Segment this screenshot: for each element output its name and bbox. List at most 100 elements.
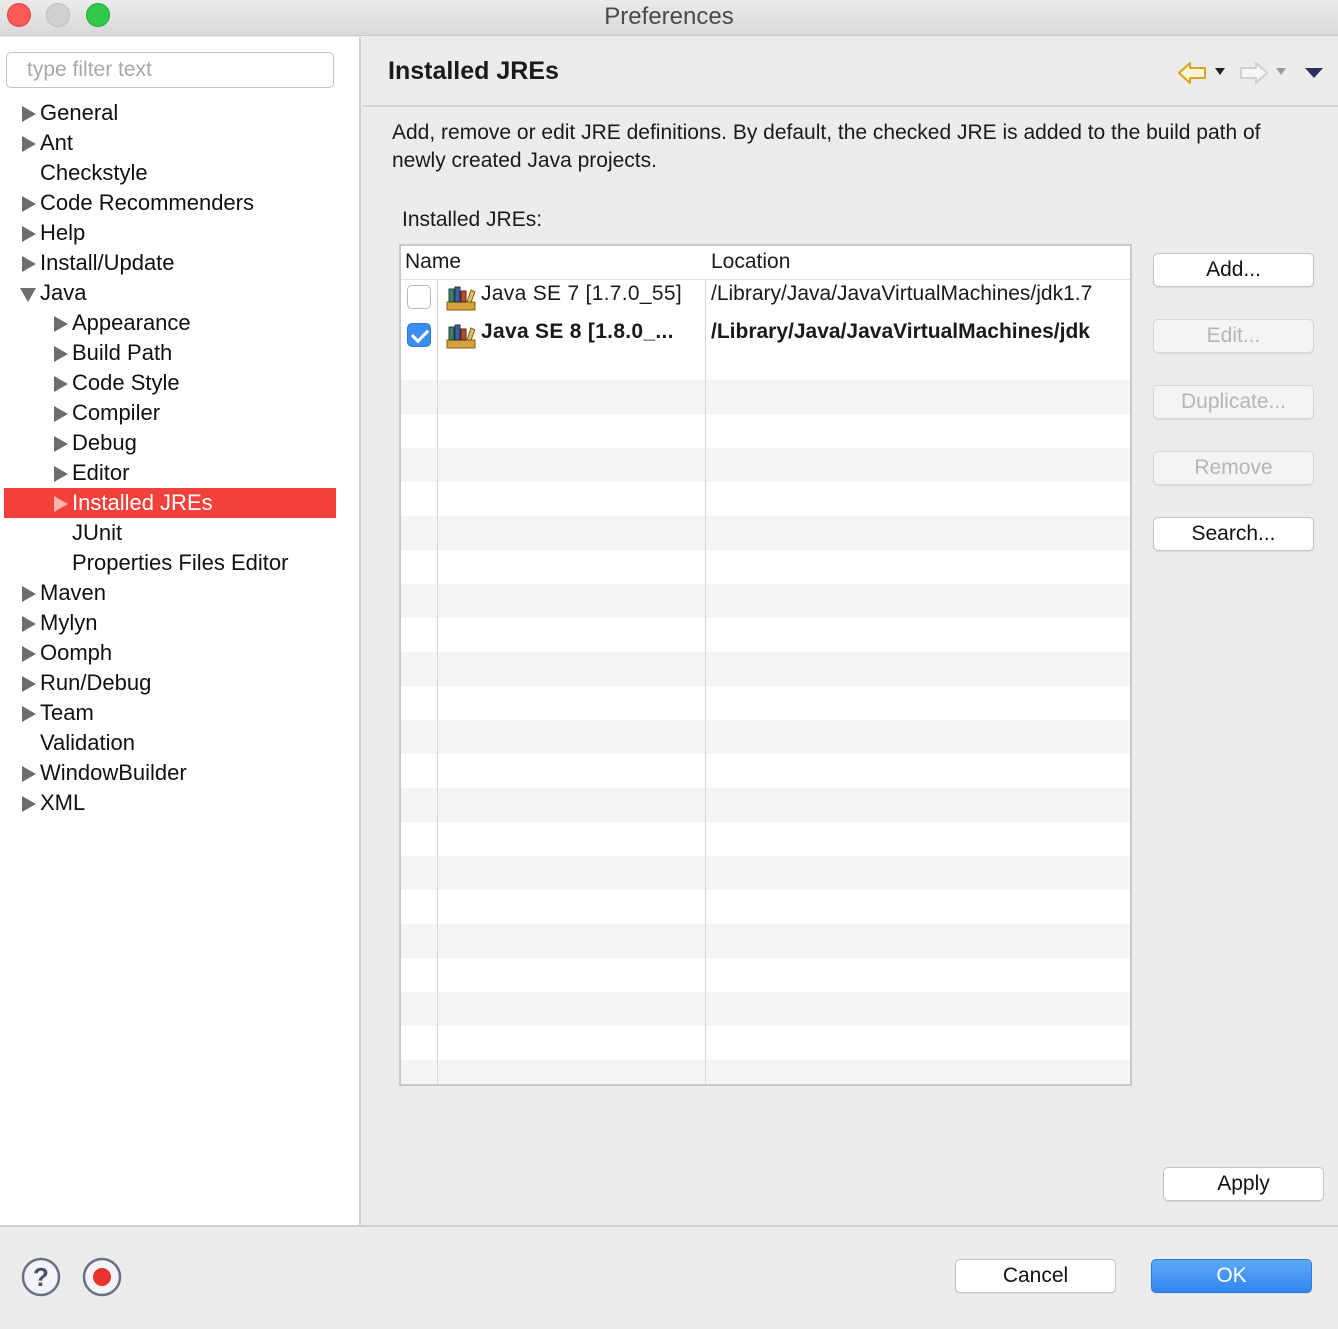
table-empty-row bbox=[401, 448, 1130, 482]
tree-item-label: Installed JREs bbox=[72, 490, 213, 515]
tree-item-validation[interactable]: Validation bbox=[0, 728, 359, 758]
view-menu-icon[interactable] bbox=[1305, 68, 1323, 78]
tree-item-appearance[interactable]: Appearance bbox=[0, 308, 359, 338]
tree-item-code-recommenders[interactable]: Code Recommenders bbox=[0, 188, 359, 218]
table-row[interactable]: Java SE 7 [1.7.0_55] /Library/Java/JavaVi… bbox=[401, 278, 1130, 316]
collapsed-arrow-icon[interactable] bbox=[22, 106, 36, 122]
jre-checkbox[interactable] bbox=[407, 285, 431, 309]
tree-item-properties-files-editor[interactable]: Properties Files Editor bbox=[0, 548, 359, 578]
tree-item-label: WindowBuilder bbox=[40, 760, 187, 785]
preferences-tree: General Ant Checkstyle Code Recommenders Hel… bbox=[0, 98, 359, 818]
jre-name-cell: Java SE 8 [1.8.0_... bbox=[481, 320, 674, 343]
collapsed-arrow-icon[interactable] bbox=[54, 466, 68, 482]
tree-item-windowbuilder[interactable]: WindowBuilder bbox=[0, 758, 359, 788]
tree-item-java[interactable]: Java bbox=[0, 278, 359, 308]
add-button[interactable]: Add... bbox=[1153, 253, 1314, 287]
tree-item-mylyn[interactable]: Mylyn bbox=[0, 608, 359, 638]
jre-name-cell: Java SE 7 [1.7.0_55] bbox=[481, 282, 682, 305]
tree-item-junit[interactable]: JUnit bbox=[0, 518, 359, 548]
collapsed-arrow-icon[interactable] bbox=[54, 376, 68, 392]
tree-item-team[interactable]: Team bbox=[0, 698, 359, 728]
collapsed-arrow-icon[interactable] bbox=[22, 646, 36, 662]
collapsed-arrow-icon[interactable] bbox=[22, 616, 36, 632]
help-icon[interactable]: ? bbox=[21, 1257, 61, 1297]
tree-item-editor[interactable]: Editor bbox=[0, 458, 359, 488]
stop-recording-icon[interactable] bbox=[82, 1257, 122, 1297]
jre-table[interactable]: Name Location Java SE 7 [1.7.0_55] /Libra… bbox=[399, 244, 1132, 1086]
tree-item-code-style[interactable]: Code Style bbox=[0, 368, 359, 398]
duplicate-button[interactable]: Duplicate... bbox=[1153, 385, 1314, 419]
tree-item-label: Maven bbox=[40, 580, 107, 605]
tree-item-oomph[interactable]: Oomph bbox=[0, 638, 359, 668]
back-dropdown-icon[interactable] bbox=[1215, 68, 1225, 75]
collapsed-arrow-icon[interactable] bbox=[54, 316, 68, 332]
ok-button[interactable]: OK bbox=[1151, 1259, 1312, 1293]
tree-item-label: Validation bbox=[40, 730, 135, 755]
column-header-name[interactable]: Name bbox=[405, 250, 461, 274]
table-empty-row bbox=[401, 856, 1130, 890]
collapsed-arrow-icon[interactable] bbox=[22, 256, 36, 272]
tree-item-help[interactable]: Help bbox=[0, 218, 359, 248]
tree-item-build-path[interactable]: Build Path bbox=[0, 338, 359, 368]
tree-item-label: Compiler bbox=[72, 400, 161, 425]
tree-item-label: Editor bbox=[72, 460, 130, 485]
tree-item-label: Build Path bbox=[72, 340, 173, 365]
tree-item-compiler[interactable]: Compiler bbox=[0, 398, 359, 428]
collapsed-arrow-icon[interactable] bbox=[22, 196, 36, 212]
collapsed-arrow-icon[interactable] bbox=[54, 346, 68, 362]
forward-dropdown-icon[interactable] bbox=[1276, 68, 1286, 75]
preference-page: Installed JREs Add, remove or edit JRE d… bbox=[363, 37, 1338, 1225]
collapsed-arrow-icon[interactable] bbox=[22, 136, 36, 152]
column-header-location[interactable]: Location bbox=[711, 250, 790, 274]
tree-item-installed-jres[interactable]: Installed JREs bbox=[4, 488, 336, 518]
table-empty-row bbox=[401, 652, 1130, 686]
tree-item-maven[interactable]: Maven bbox=[0, 578, 359, 608]
tree-item-install-update[interactable]: Install/Update bbox=[0, 248, 359, 278]
preferences-sidebar: General Ant Checkstyle Code Recommenders Hel… bbox=[0, 37, 361, 1225]
tree-item-label: Code Recommenders bbox=[40, 190, 254, 215]
table-row[interactable]: Java SE 8 [1.8.0_... /Library/Java/JavaVi… bbox=[401, 316, 1130, 354]
expanded-arrow-icon[interactable] bbox=[20, 288, 36, 302]
table-empty-row bbox=[401, 584, 1130, 618]
tree-item-label: Debug bbox=[72, 430, 137, 455]
tree-item-debug[interactable]: Debug bbox=[0, 428, 359, 458]
window-title: Preferences bbox=[604, 3, 734, 30]
tree-item-checkstyle[interactable]: Checkstyle bbox=[0, 158, 359, 188]
footer-divider bbox=[0, 1225, 1338, 1227]
jre-library-icon bbox=[446, 324, 476, 349]
collapsed-arrow-icon[interactable] bbox=[22, 766, 36, 782]
collapsed-arrow-icon[interactable] bbox=[54, 436, 68, 452]
remove-button[interactable]: Remove bbox=[1153, 451, 1314, 485]
collapsed-arrow-icon[interactable] bbox=[54, 496, 68, 512]
tree-item-label: XML bbox=[40, 790, 86, 815]
cancel-button[interactable]: Cancel bbox=[955, 1259, 1116, 1293]
tree-item-general[interactable]: General bbox=[0, 98, 359, 128]
tree-item-run-debug[interactable]: Run/Debug bbox=[0, 668, 359, 698]
table-empty-row bbox=[401, 1060, 1130, 1084]
column-divider[interactable] bbox=[705, 246, 706, 1084]
collapsed-arrow-icon[interactable] bbox=[22, 586, 36, 602]
forward-arrow-icon[interactable] bbox=[1238, 57, 1270, 89]
collapsed-arrow-icon[interactable] bbox=[54, 406, 68, 422]
tree-item-label: Appearance bbox=[72, 310, 191, 335]
tree-item-label: Ant bbox=[40, 130, 74, 155]
collapsed-arrow-icon[interactable] bbox=[22, 796, 36, 812]
tree-item-xml[interactable]: XML bbox=[0, 788, 359, 818]
tree-item-ant[interactable]: Ant bbox=[0, 128, 359, 158]
edit-button[interactable]: Edit... bbox=[1153, 319, 1314, 353]
back-arrow-icon[interactable] bbox=[1176, 57, 1208, 89]
preferences-window: Preferences General Ant Checkstyle Code Rec… bbox=[0, 0, 1338, 1329]
tree-item-label: Java bbox=[40, 280, 87, 305]
tree-item-label: Checkstyle bbox=[40, 160, 148, 185]
jre-location-cell: /Library/Java/JavaVirtualMachines/jdk1.7 bbox=[711, 282, 1093, 305]
collapsed-arrow-icon[interactable] bbox=[22, 226, 36, 242]
collapsed-arrow-icon[interactable] bbox=[22, 706, 36, 722]
apply-button[interactable]: Apply bbox=[1163, 1167, 1324, 1201]
tree-item-label: JUnit bbox=[72, 520, 123, 545]
checkbox-column-divider bbox=[437, 246, 438, 1084]
jre-checkbox[interactable] bbox=[407, 323, 431, 347]
filter-input[interactable] bbox=[6, 52, 334, 88]
collapsed-arrow-icon[interactable] bbox=[22, 676, 36, 692]
table-empty-row bbox=[401, 992, 1130, 1026]
search-button[interactable]: Search... bbox=[1153, 517, 1314, 551]
